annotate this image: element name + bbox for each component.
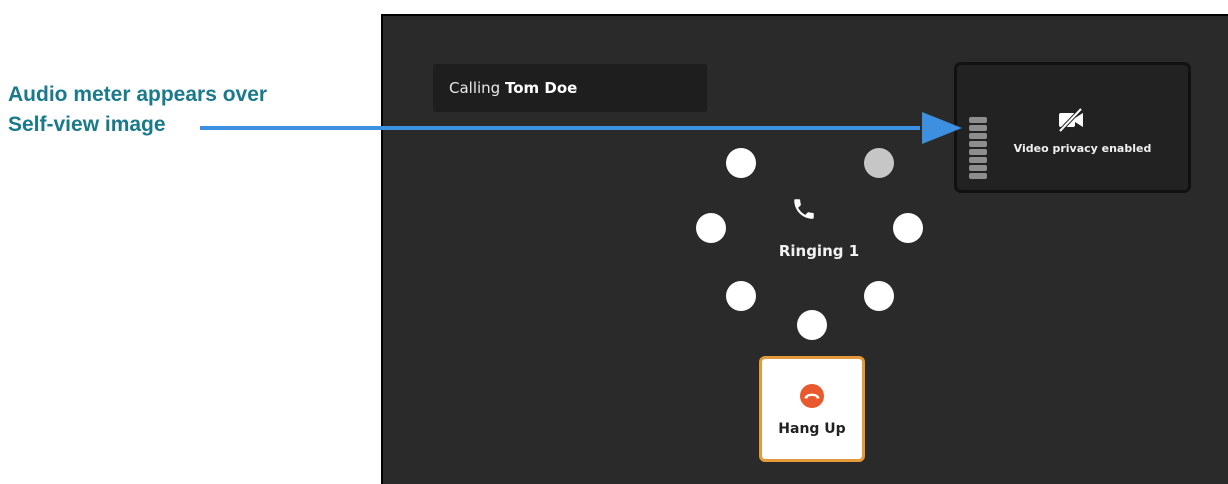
annotation-callout: Audio meter appears over Self-view image	[8, 80, 267, 140]
audio-meter-bar	[969, 157, 987, 163]
audio-meter-bar	[969, 125, 987, 131]
ringing-dot	[726, 281, 756, 311]
calling-prefix: Calling	[449, 79, 501, 97]
calling-banner: Calling Tom Doe	[433, 64, 707, 112]
phone-icon	[794, 199, 814, 219]
annotation-line-1: Audio meter appears over	[8, 83, 268, 106]
audio-meter-bar	[969, 133, 987, 139]
ringing-dot	[864, 148, 894, 178]
call-screen: Calling Tom Doe Video privacy enabled Ri…	[381, 14, 1228, 484]
callee-name: Tom Doe	[504, 79, 578, 97]
ringing-dot	[797, 310, 827, 340]
ringing-dot	[893, 213, 923, 243]
ringing-dot	[864, 281, 894, 311]
hang-up-label: Hang Up	[778, 421, 846, 437]
video-off-icon	[1058, 107, 1083, 133]
annotation-line-2: Self-view image	[8, 113, 166, 136]
audio-meter-bar	[969, 165, 987, 171]
audio-meter-bar	[969, 173, 987, 179]
hang-up-button[interactable]: Hang Up	[759, 356, 865, 462]
ringing-dot	[696, 213, 726, 243]
ringing-status: Ringing 1	[778, 242, 860, 260]
hangup-icon	[800, 384, 824, 408]
audio-meter-bar	[969, 117, 987, 123]
privacy-status-text: Video privacy enabled	[1013, 142, 1152, 155]
self-view[interactable]: Video privacy enabled	[954, 62, 1191, 193]
ringing-dot	[726, 148, 756, 178]
